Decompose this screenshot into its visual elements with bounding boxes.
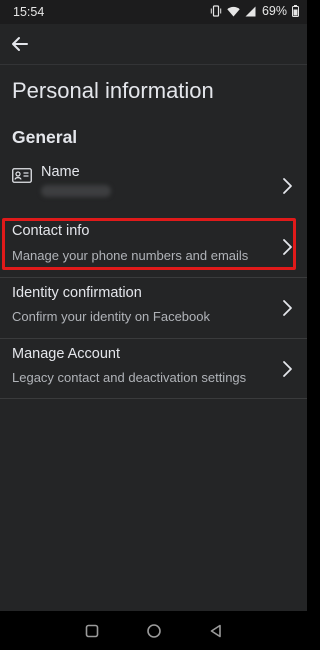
battery-icon: [292, 5, 299, 17]
identity-confirmation-row[interactable]: Identity confirmation Confirm your ident…: [0, 277, 307, 339]
vibrate-icon: [210, 5, 222, 17]
chevron-right-icon: [283, 239, 292, 255]
chevron-right-icon: [283, 178, 292, 194]
chevron-right-icon: [283, 300, 292, 316]
system-nav-bar: [0, 611, 307, 650]
wifi-icon: [227, 6, 240, 16]
name-value-redacted: [41, 185, 111, 197]
screen: 15:54 69% Personal information General N…: [0, 0, 307, 650]
page-title: Personal information: [12, 78, 214, 103]
signal-icon: [245, 6, 256, 16]
home-circle-icon[interactable]: [146, 623, 162, 639]
manage-account-subtitle: Legacy contact and deactivation settings: [12, 370, 247, 385]
back-arrow-icon[interactable]: [8, 32, 32, 56]
battery-percent: 69%: [261, 4, 287, 18]
name-row-title: Name: [41, 164, 80, 180]
status-bar: 15:54 69%: [0, 0, 307, 24]
contact-info-row[interactable]: Contact info Manage your phone numbers a…: [0, 217, 307, 278]
identity-confirmation-subtitle: Confirm your identity on Facebook: [12, 309, 210, 324]
chevron-right-icon: [283, 361, 292, 377]
manage-account-row[interactable]: Manage Account Legacy contact and deacti…: [0, 338, 307, 399]
identity-confirmation-title: Identity confirmation: [12, 285, 142, 301]
contact-info-subtitle: Manage your phone numbers and emails: [12, 248, 249, 263]
id-card-icon: [12, 168, 32, 183]
name-row[interactable]: Name: [0, 155, 307, 217]
contact-info-title: Contact info: [12, 223, 90, 239]
status-time: 15:54: [13, 5, 45, 19]
status-icons: 69%: [210, 4, 299, 18]
back-triangle-icon[interactable]: [208, 623, 224, 639]
recents-square-icon[interactable]: [84, 623, 100, 639]
section-title-general: General: [12, 127, 78, 147]
app-bar: [0, 24, 307, 65]
manage-account-title: Manage Account: [12, 346, 121, 362]
